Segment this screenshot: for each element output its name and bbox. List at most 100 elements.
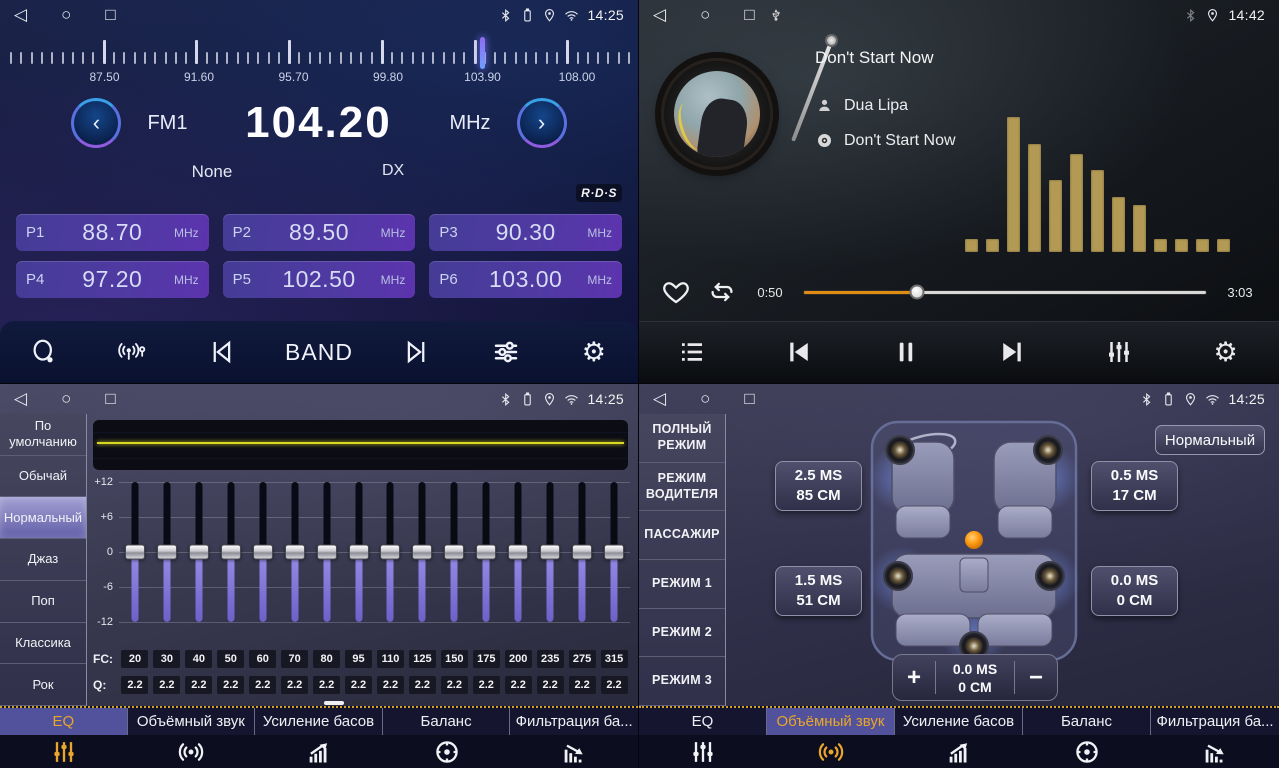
preset-button-p2[interactable]: P289.50MHz <box>223 214 416 251</box>
home-button[interactable]: ○ <box>61 5 71 25</box>
eq-band-slider[interactable] <box>406 474 438 646</box>
recents-button[interactable]: □ <box>744 5 754 25</box>
tune-up-button[interactable]: › <box>517 98 567 148</box>
back-button[interactable]: ◁ <box>14 5 27 25</box>
preset-button-p3[interactable]: P390.30MHz <box>429 214 622 251</box>
slider-handle[interactable] <box>285 545 305 560</box>
delay-mode-item[interactable]: РЕЖИМ 1 <box>639 560 725 609</box>
rear-left-delay-chip[interactable]: 1.5 MS 51 CM <box>775 566 862 616</box>
tab-filter[interactable]: Фильтрация ба... <box>510 708 638 768</box>
slider-handle[interactable] <box>253 545 273 560</box>
delay-mode-item[interactable]: РЕЖИМ 2 <box>639 609 725 658</box>
fc-value-box[interactable]: 50 <box>217 650 244 668</box>
slider-handle[interactable] <box>157 545 177 560</box>
slider-handle[interactable] <box>221 545 241 560</box>
q-value-box[interactable]: 2.2 <box>441 676 468 694</box>
tab-balance[interactable]: Баланс <box>1023 708 1151 768</box>
fc-value-box[interactable]: 150 <box>441 650 468 668</box>
eq-preset-item[interactable]: Джаз <box>0 539 86 581</box>
tune-down-button[interactable]: ‹ <box>71 98 121 148</box>
broadcast-button[interactable] <box>102 330 162 374</box>
page-dot[interactable] <box>324 701 344 705</box>
back-button[interactable]: ◁ <box>653 5 666 25</box>
fc-value-box[interactable]: 95 <box>345 650 372 668</box>
eq-preset-item[interactable]: Нормальный <box>0 497 86 539</box>
eq-band-slider[interactable] <box>279 474 311 646</box>
band-button[interactable]: BAND <box>279 330 359 374</box>
q-value-box[interactable]: 2.2 <box>281 676 308 694</box>
fc-value-box[interactable]: 20 <box>121 650 148 668</box>
q-value-box[interactable]: 2.2 <box>601 676 628 694</box>
prev-station-button[interactable] <box>191 330 251 374</box>
eq-band-slider[interactable] <box>183 474 215 646</box>
home-button[interactable]: ○ <box>700 5 710 25</box>
eq-preset-item[interactable]: По умолчанию <box>0 414 86 456</box>
slider-handle[interactable] <box>540 545 560 560</box>
eq-band-slider[interactable] <box>502 474 534 646</box>
eq-preset-item[interactable]: Обычай <box>0 456 86 498</box>
previous-track-button[interactable] <box>769 330 829 374</box>
eq-band-slider[interactable] <box>151 474 183 646</box>
tab-bass[interactable]: Усиление басов <box>895 708 1023 768</box>
eq-band-slider[interactable] <box>215 474 247 646</box>
eq-band-slider[interactable] <box>119 474 151 646</box>
slider-handle[interactable] <box>444 545 464 560</box>
fc-value-box[interactable]: 80 <box>313 650 340 668</box>
tab-eq[interactable]: EQ <box>639 708 767 768</box>
tab-surround[interactable]: Объёмный звук <box>767 708 895 768</box>
increase-delay-button[interactable]: + <box>893 655 935 700</box>
page-dot[interactable] <box>378 701 398 705</box>
q-value-box[interactable]: 2.2 <box>505 676 532 694</box>
fc-value-box[interactable]: 60 <box>249 650 276 668</box>
settings-button[interactable]: ⚙ <box>564 330 624 374</box>
preset-button-p4[interactable]: P497.20MHz <box>16 261 209 298</box>
eq-preset-item[interactable]: Классика <box>0 623 86 665</box>
next-track-button[interactable] <box>982 330 1042 374</box>
back-button[interactable]: ◁ <box>14 389 27 409</box>
rear-right-delay-chip[interactable]: 0.0 MS 0 CM <box>1091 566 1178 616</box>
fc-value-box[interactable]: 30 <box>153 650 180 668</box>
q-value-box[interactable]: 2.2 <box>569 676 596 694</box>
fc-value-box[interactable]: 70 <box>281 650 308 668</box>
home-button[interactable]: ○ <box>700 389 710 409</box>
q-value-box[interactable]: 2.2 <box>153 676 180 694</box>
slider-handle[interactable] <box>380 545 400 560</box>
delay-mode-item[interactable]: ПАССАЖИР <box>639 511 725 560</box>
repeat-button[interactable] <box>707 277 737 307</box>
fc-value-box[interactable]: 125 <box>409 650 436 668</box>
delay-mode-item[interactable]: ПОЛНЫЙ РЕЖИМ <box>639 414 725 463</box>
slider-handle[interactable] <box>189 545 209 560</box>
tab-surround[interactable]: Объёмный звук <box>128 708 256 768</box>
page-dot[interactable] <box>351 701 371 705</box>
slider-handle[interactable] <box>604 545 624 560</box>
home-button[interactable]: ○ <box>61 389 71 409</box>
preset-button-p6[interactable]: P6103.00MHz <box>429 261 622 298</box>
recents-button[interactable]: □ <box>105 389 115 409</box>
frequency-scale[interactable]: 87.5091.6095.7099.80103.90108.00 <box>4 32 634 88</box>
preset-button-p5[interactable]: P5102.50MHz <box>223 261 416 298</box>
q-value-box[interactable]: 2.2 <box>121 676 148 694</box>
q-value-box[interactable]: 2.2 <box>345 676 372 694</box>
slider-handle[interactable] <box>572 545 592 560</box>
eq-band-slider[interactable] <box>343 474 375 646</box>
settings-button[interactable]: ⚙ <box>1196 330 1256 374</box>
eq-band-slider[interactable] <box>438 474 470 646</box>
q-value-box[interactable]: 2.2 <box>377 676 404 694</box>
q-value-box[interactable]: 2.2 <box>217 676 244 694</box>
seek-bar[interactable] <box>803 290 1207 295</box>
eq-band-slider[interactable] <box>534 474 566 646</box>
recents-button[interactable]: □ <box>105 5 115 25</box>
slider-handle[interactable] <box>125 545 145 560</box>
playlist-button[interactable] <box>662 330 722 374</box>
eq-band-slider[interactable] <box>598 474 630 646</box>
slider-handle[interactable] <box>508 545 528 560</box>
front-right-delay-chip[interactable]: 0.5 MS 17 CM <box>1091 461 1178 511</box>
seek-knob[interactable] <box>909 285 924 300</box>
preset-button-p1[interactable]: P188.70MHz <box>16 214 209 251</box>
q-value-box[interactable]: 2.2 <box>473 676 500 694</box>
q-value-box[interactable]: 2.2 <box>537 676 564 694</box>
front-left-delay-chip[interactable]: 2.5 MS 85 CM <box>775 461 862 511</box>
eq-band-slider[interactable] <box>566 474 598 646</box>
fc-value-box[interactable]: 40 <box>185 650 212 668</box>
tab-balance[interactable]: Баланс <box>383 708 511 768</box>
